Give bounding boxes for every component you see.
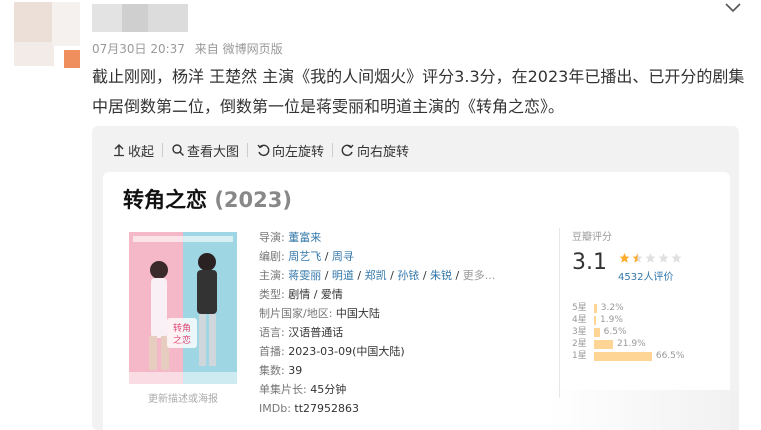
fade-overlay <box>549 390 739 430</box>
rating-bar-percent: 66.5% <box>655 351 685 361</box>
movie-title: 转角之恋 (2023) <box>123 184 292 214</box>
language-row: 语言: 汉语普通话 <box>259 326 344 339</box>
image-card: 收起 查看大图 向左旋转 向右旋转 转角之恋 (2023) 转角 之恋 更新描述… <box>92 126 739 430</box>
star-icon <box>671 253 682 263</box>
genre-row: 类型: 剧情 / 爱情 <box>259 288 343 301</box>
rating-bar-row: 5星 3.2% <box>572 302 684 314</box>
cast-more: 更多... <box>462 269 496 282</box>
rating-bar <box>594 315 596 325</box>
region-row: 制片国家/地区: 中国大陆 <box>259 307 380 320</box>
movie-details: 导演: 董富来 编剧: 周艺飞 / 周寻 主演: 蒋雯丽 / 明道 / 郑凯 /… <box>259 228 495 418</box>
douban-rating: 豆瓣评分 3.1 4532人评价 5星 3.2% 4星 1.9% 3星 6.5% 2星 21.… <box>559 228 732 398</box>
divider <box>332 143 334 157</box>
collapse-button[interactable]: 收起 <box>112 141 154 160</box>
rating-bar-row: 2星 21.9% <box>572 338 684 350</box>
episodes-row: 集数: 39 <box>259 364 303 377</box>
divider <box>162 143 164 157</box>
rating-count: 4532人评价 <box>618 272 674 283</box>
view-large-button[interactable]: 查看大图 <box>171 141 239 160</box>
rating-bar-label: 4星 <box>572 315 587 325</box>
rating-bar <box>594 303 597 313</box>
rating-bar <box>594 339 614 349</box>
svg-text:转角: 转角 <box>173 322 191 334</box>
collapse-label: 收起 <box>128 144 155 160</box>
post-time[interactable]: 07月30日 20:37 <box>92 42 185 56</box>
rating-bar-row: 3星 6.5% <box>572 326 684 338</box>
chevron-down-icon[interactable] <box>723 0 743 18</box>
movie-poster[interactable]: 转角 之恋 <box>129 232 237 384</box>
view-large-label: 查看大图 <box>187 144 240 160</box>
rotate-left-button[interactable]: 向左旋转 <box>256 141 324 160</box>
rotate-left-label: 向左旋转 <box>272 144 325 160</box>
rating-bar-label: 5星 <box>572 303 587 313</box>
rotate-right-button[interactable]: 向右旋转 <box>341 141 409 160</box>
rating-bar-label: 2星 <box>572 339 587 349</box>
search-icon <box>172 144 185 156</box>
svg-text:之恋: 之恋 <box>173 334 191 346</box>
director-row: 导演: 董富来 <box>259 231 322 244</box>
cast-link: 郑凯 <box>364 269 387 282</box>
star-icon <box>632 253 643 263</box>
writer-link: 周艺飞 <box>288 250 322 263</box>
cast-link: 蒋雯丽 <box>288 269 322 282</box>
movie-title-text: 转角之恋 <box>123 188 207 212</box>
director-link: 董富来 <box>288 231 322 244</box>
rating-bar <box>594 351 652 361</box>
rating-bar <box>594 327 600 337</box>
divider <box>247 143 249 157</box>
rating-bar-percent: 21.9% <box>617 339 646 349</box>
rating-bar-label: 3星 <box>572 327 587 337</box>
avatar[interactable] <box>14 2 80 68</box>
rotate-left-icon <box>257 144 270 157</box>
cast-link: 朱锐 <box>430 269 453 282</box>
post-meta: 07月30日 20:37 来自 微博网页版 <box>92 40 289 57</box>
premiere-row: 首播: 2023-03-09(中国大陆) <box>259 345 405 358</box>
rating-bar-percent: 1.9% <box>600 315 623 325</box>
arrow-up-icon <box>114 144 124 157</box>
rating-bar-row: 4星 1.9% <box>572 314 684 326</box>
rating-bar-row: 1星 66.5% <box>572 350 684 362</box>
star-icon <box>658 253 669 263</box>
star-icon <box>645 253 656 263</box>
rating-score: 3.1 <box>572 250 607 275</box>
post-text: 截止刚刚，杨洋 王楚然 主演《我的人间烟火》评分3.3分，在2023年已播出、已… <box>92 67 745 116</box>
rotate-right-icon <box>341 144 354 157</box>
rotate-right-label: 向右旋转 <box>357 144 410 160</box>
image-toolbar: 收起 查看大图 向左旋转 向右旋转 <box>112 138 409 162</box>
rating-stars <box>618 252 683 264</box>
cast-link: 孙铱 <box>397 269 420 282</box>
writer-link: 周寻 <box>331 250 354 263</box>
star-icon <box>619 253 630 263</box>
writer-row: 编剧: 周艺飞 / 周寻 <box>259 250 354 263</box>
rating-bar-label: 1星 <box>572 351 587 361</box>
cast-link: 明道 <box>331 269 354 282</box>
cast-row: 主演: 蒋雯丽 / 明道 / 郑凯 / 孙铱 / 朱锐 / 更多... <box>259 269 496 282</box>
imdb-row: IMDb: tt27952863 <box>259 402 360 415</box>
post-source: 来自 微博网页版 <box>194 42 283 56</box>
rating-title: 豆瓣评分 <box>572 232 612 243</box>
runtime-row: 单集片长: 45分钟 <box>259 383 347 396</box>
movie-year: (2023) <box>214 188 292 212</box>
rating-distribution: 5星 3.2% 4星 1.9% 3星 6.5% 2星 21.9% 1星 66.5% <box>572 302 684 362</box>
rating-bar-percent: 3.2% <box>600 303 624 313</box>
rating-bar-percent: 6.5% <box>603 327 627 337</box>
user-name[interactable] <box>92 4 188 32</box>
poster-caption: 更新描述或海报 <box>148 394 218 405</box>
